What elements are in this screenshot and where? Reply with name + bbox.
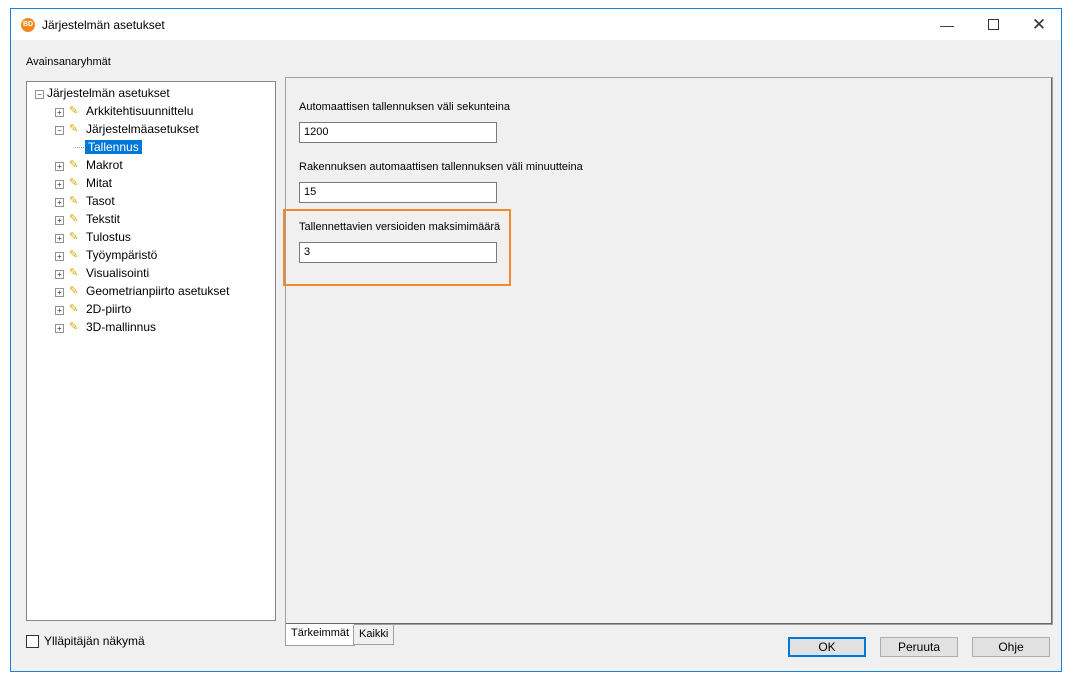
autosave-interval-input[interactable]: 1200 xyxy=(299,122,497,143)
pencil-icon: ✎ xyxy=(69,267,79,279)
tree-item-visualisointi[interactable]: Visualisointi xyxy=(86,264,149,282)
tree-item-tyoymparisto[interactable]: Työympäristö xyxy=(86,246,157,264)
expand-icon[interactable] xyxy=(55,180,64,189)
collapse-icon[interactable] xyxy=(35,90,44,99)
tab-kaikki[interactable]: Kaikki xyxy=(353,625,395,645)
tree-item-tulostus[interactable]: Tulostus xyxy=(86,228,131,246)
expand-icon[interactable] xyxy=(55,162,64,171)
expand-icon[interactable] xyxy=(55,198,64,207)
ok-button[interactable]: OK xyxy=(788,637,866,657)
settings-tree[interactable]: Järjestelmän asetukset ✎ Arkkitehtisuunn… xyxy=(26,81,276,621)
pencil-icon: ✎ xyxy=(69,285,79,297)
building-autosave-label: Rakennuksen automaattisen tallennuksen v… xyxy=(299,161,583,173)
settings-panel: Automaattisen tallennuksen väli sekuntei… xyxy=(285,77,1053,625)
expand-icon[interactable] xyxy=(55,252,64,261)
pencil-icon: ✎ xyxy=(69,303,79,315)
tree-item-tasot[interactable]: Tasot xyxy=(86,192,115,210)
pencil-icon: ✎ xyxy=(69,123,79,135)
tree-item-makrot[interactable]: Makrot xyxy=(86,156,123,174)
tree-item-label: Tallennus xyxy=(85,140,142,154)
building-autosave-input[interactable]: 15 xyxy=(299,182,497,203)
pencil-icon: ✎ xyxy=(69,321,79,333)
tree-item-tallennus[interactable]: Tallennus xyxy=(85,138,142,156)
checkbox-box[interactable] xyxy=(26,634,39,648)
minimize-button[interactable]: — xyxy=(924,9,970,40)
title-bar[interactable]: BD Järjestelmän asetukset — ✕ xyxy=(11,9,1061,40)
pencil-icon: ✎ xyxy=(69,105,79,117)
pencil-icon: ✎ xyxy=(69,177,79,189)
tree-item-mitat[interactable]: Mitat xyxy=(86,174,112,192)
cancel-button[interactable]: Peruuta xyxy=(880,637,958,657)
tree-item-geometrianpiirto[interactable]: Geometrianpiirto asetukset xyxy=(86,282,229,300)
expand-icon[interactable] xyxy=(55,324,64,333)
tree-connector xyxy=(75,147,84,148)
maximize-icon xyxy=(987,19,999,30)
tab-tarkeimmat[interactable]: Tärkeimmät xyxy=(285,624,356,646)
admin-view-label: Ylläpitäjän näkymä xyxy=(44,634,145,648)
tree-item-jarjestelmaasetukset[interactable]: Järjestelmäasetukset xyxy=(86,120,199,138)
pencil-icon: ✎ xyxy=(69,231,79,243)
tree-item-tekstit[interactable]: Tekstit xyxy=(86,210,120,228)
admin-view-checkbox[interactable]: Ylläpitäjän näkymä xyxy=(26,634,145,648)
expand-icon[interactable] xyxy=(55,108,64,117)
tree-root[interactable]: Järjestelmän asetukset xyxy=(47,84,170,102)
panel-inner: Automaattisen tallennuksen väli sekuntei… xyxy=(286,78,1052,624)
pencil-icon: ✎ xyxy=(69,159,79,171)
expand-icon[interactable] xyxy=(55,234,64,243)
settings-window: BD Järjestelmän asetukset — ✕ Avainsanar… xyxy=(10,8,1062,672)
pencil-icon: ✎ xyxy=(69,249,79,261)
highlight-box xyxy=(283,209,511,286)
help-button[interactable]: Ohje xyxy=(972,637,1050,657)
maximize-button[interactable] xyxy=(970,9,1016,40)
collapse-icon[interactable] xyxy=(55,126,64,135)
pencil-icon: ✎ xyxy=(69,195,79,207)
expand-icon[interactable] xyxy=(55,270,64,279)
app-logo-icon: BD xyxy=(21,18,35,32)
expand-icon[interactable] xyxy=(55,306,64,315)
pencil-icon: ✎ xyxy=(69,213,79,225)
expand-icon[interactable] xyxy=(55,288,64,297)
tree-item-arkkitehtisuunnittelu[interactable]: Arkkitehtisuunnittelu xyxy=(86,102,193,120)
keyword-groups-label: Avainsanaryhmät xyxy=(26,56,111,68)
autosave-interval-label: Automaattisen tallennuksen väli sekuntei… xyxy=(299,101,510,113)
window-title: Järjestelmän asetukset xyxy=(42,18,165,32)
expand-icon[interactable] xyxy=(55,216,64,225)
close-button[interactable]: ✕ xyxy=(1016,9,1062,40)
tree-item-3d-mallinnus[interactable]: 3D-mallinnus xyxy=(86,318,156,336)
tree-item-2d-piirto[interactable]: 2D-piirto xyxy=(86,300,131,318)
